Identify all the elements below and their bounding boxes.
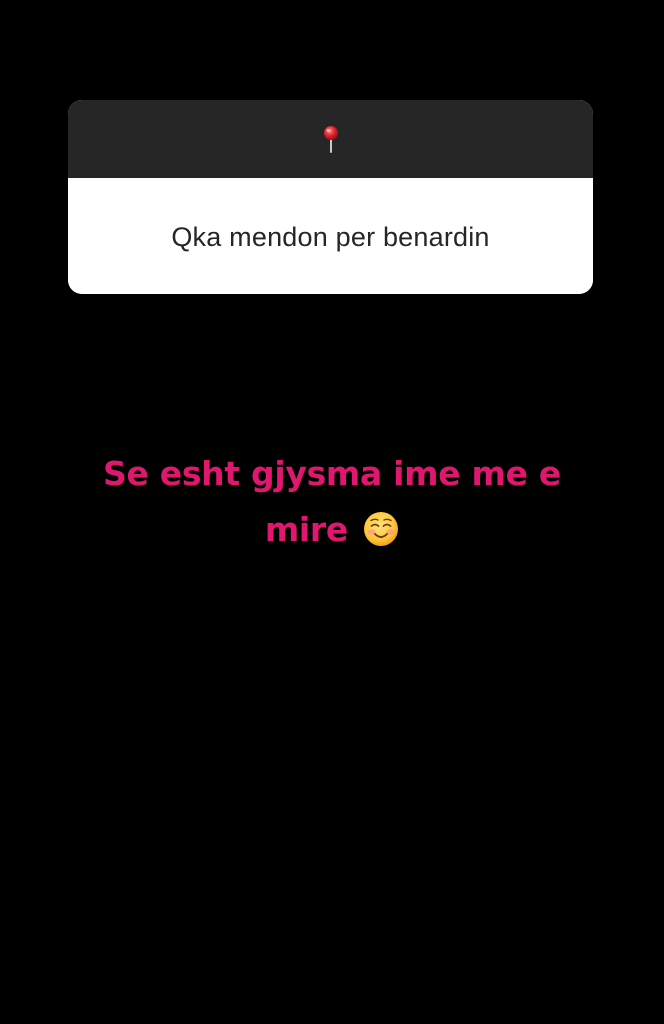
answer-text: Se esht gjysma ime me e mire xyxy=(40,446,624,558)
pushpin-icon xyxy=(324,126,338,153)
smiling-face-icon xyxy=(364,512,399,546)
story-canvas: Qka mendon per benardin Se esht gjysma i… xyxy=(0,0,664,1024)
question-text: Qka mendon per benardin xyxy=(171,221,490,252)
question-sticker-body: Qka mendon per benardin xyxy=(68,178,593,294)
answer-line-2: mire xyxy=(264,510,348,549)
answer-line-1: Se esht gjysma ime me e xyxy=(103,454,561,493)
